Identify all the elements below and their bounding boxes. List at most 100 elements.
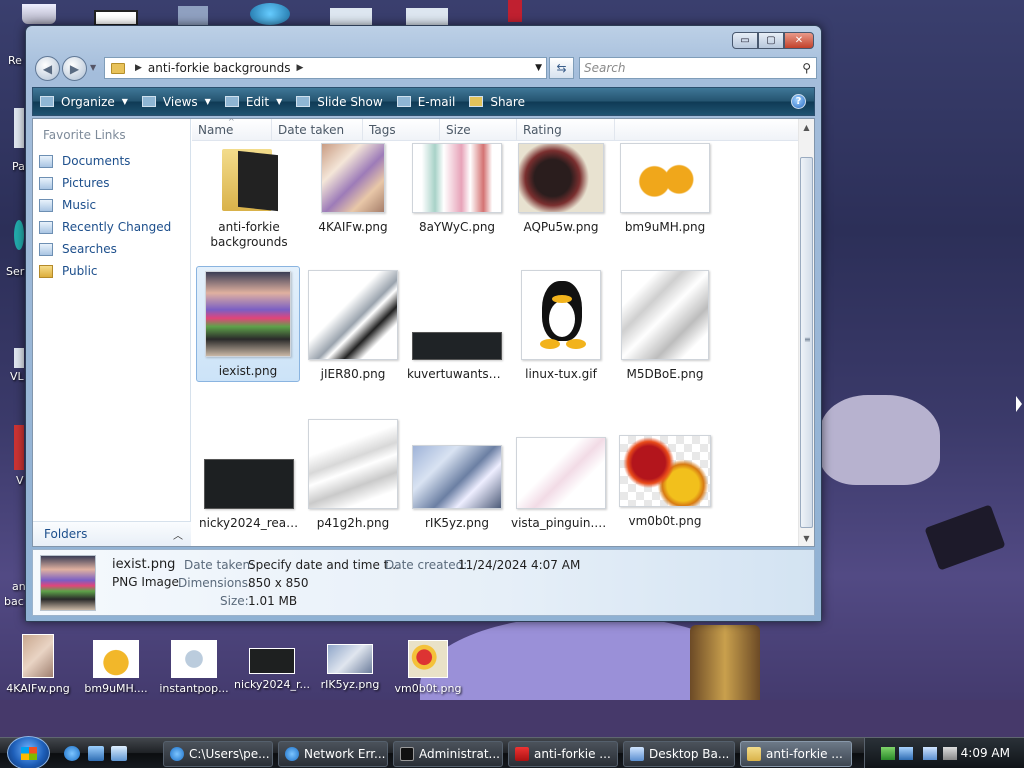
file-item[interactable]: kuvertuwantsgue... — [405, 270, 509, 382]
taskbar-button[interactable]: anti-forkie ... — [508, 741, 618, 767]
desktop-label-partial[interactable]: bac — [4, 595, 24, 608]
column-header-tags[interactable]: Tags — [363, 119, 440, 140]
desktop-icon-partial[interactable] — [14, 108, 24, 148]
file-name: vista_pinguin.png — [511, 516, 613, 530]
scroll-up-icon[interactable]: ▲ — [799, 119, 814, 135]
file-item[interactable]: linux-tux.gif — [509, 270, 613, 382]
desktop-icon-partial[interactable] — [508, 0, 522, 22]
desktop-label-partial[interactable]: Pa — [12, 160, 25, 173]
breadcrumb-separator-icon[interactable]: ▶ — [135, 63, 142, 73]
slideshow-label: Slide Show — [317, 94, 383, 109]
file-item[interactable]: nicky2024_real_... — [197, 419, 301, 531]
slideshow-button[interactable]: Slide Show — [289, 88, 389, 115]
desktop-icon-partial[interactable] — [22, 4, 56, 24]
desktop-label-partial[interactable]: VL — [10, 370, 24, 383]
desktop-icon[interactable]: nicky2024_r... — [230, 648, 314, 691]
taskbar-button[interactable]: Administrat... — [393, 741, 503, 767]
search-input[interactable]: Search ⚲ — [579, 57, 817, 79]
display-icon[interactable] — [923, 747, 937, 760]
file-item[interactable]: vista_pinguin.png — [509, 419, 613, 531]
search-icon[interactable]: ⚲ — [802, 61, 811, 75]
internet-explorer-icon[interactable] — [64, 746, 80, 761]
desktop-icon-partial[interactable] — [250, 3, 290, 25]
file-item[interactable]: M5DBoE.png — [613, 270, 717, 382]
taskbar-button[interactable]: C:\Users\pe... — [163, 741, 273, 767]
date-taken-value[interactable]: Specify date and time t... — [248, 558, 400, 572]
breadcrumb-separator-icon[interactable]: ▶ — [296, 63, 303, 73]
desktop-label-partial[interactable]: V — [16, 474, 24, 487]
vertical-scrollbar[interactable]: ▲ ≡ ▼ — [798, 119, 814, 546]
help-icon[interactable]: ? — [791, 94, 806, 109]
file-item[interactable]: bm9uMH.png — [613, 143, 717, 235]
file-item[interactable]: 4KAIFw.png — [301, 143, 405, 235]
desktop-icon[interactable]: instantpop... — [152, 640, 236, 695]
nav-link-searches[interactable]: Searches — [39, 242, 117, 256]
scrollbar-thumb[interactable]: ≡ — [800, 157, 813, 528]
refresh-button[interactable]: ⇆ — [549, 57, 574, 79]
minimize-button[interactable]: ▭ — [732, 32, 758, 49]
sort-arrow-icon: ^ — [228, 117, 235, 126]
file-item[interactable]: 8aYWyC.png — [405, 143, 509, 235]
desktop-icon[interactable]: bm9uMH.... — [74, 640, 158, 695]
column-header-name[interactable]: ^ Name — [192, 117, 272, 140]
taskbar-button[interactable]: Desktop Ba... — [623, 741, 735, 767]
maximize-button[interactable]: ▢ — [758, 32, 784, 49]
taskbar-button[interactable]: Network Err... — [278, 741, 388, 767]
nav-link-pictures[interactable]: Pictures — [39, 176, 110, 190]
desktop-icon-partial[interactable] — [178, 6, 208, 26]
recent-pages-dropdown-icon[interactable]: ▼ — [90, 63, 96, 72]
column-header-size[interactable]: Size — [440, 119, 517, 140]
desktop-label-partial[interactable]: an — [12, 580, 26, 593]
folders-toggle[interactable]: Folders ︿ — [33, 521, 191, 546]
start-button[interactable] — [7, 736, 50, 768]
desktop-icon-partial[interactable] — [406, 8, 448, 26]
file-item-folder[interactable]: anti-forkie backgrounds — [197, 143, 301, 250]
public-folder-icon — [39, 264, 53, 278]
network-icon[interactable] — [881, 747, 895, 760]
searches-icon — [39, 242, 53, 256]
column-header-date-taken[interactable]: Date taken — [272, 119, 363, 140]
file-item[interactable]: jIER80.png — [301, 270, 405, 382]
desktop-icon[interactable]: vm0b0t.png — [386, 640, 470, 695]
show-desktop-icon[interactable] — [88, 746, 104, 761]
email-button[interactable]: E-mail — [390, 88, 463, 115]
file-item[interactable]: rIK5yz.png — [405, 419, 509, 531]
desktop-icon[interactable]: 4KAIFw.png — [0, 634, 80, 695]
desktop-label-partial[interactable]: Ser — [6, 265, 24, 278]
desktop-icon-partial[interactable] — [94, 10, 138, 26]
file-item[interactable]: p41g2h.png — [301, 419, 405, 531]
taskbar-button-active[interactable]: anti-forkie ... — [740, 741, 852, 767]
share-button[interactable]: Share — [462, 88, 532, 115]
nav-link-documents[interactable]: Documents — [39, 154, 130, 168]
switch-windows-icon[interactable] — [111, 746, 127, 761]
volume-muted-icon[interactable] — [943, 747, 957, 760]
image-thumbnail-icon — [93, 640, 139, 678]
nav-link-public[interactable]: Public — [39, 264, 98, 278]
nav-link-recently-changed[interactable]: Recently Changed — [39, 220, 171, 234]
desktop-icon-partial[interactable] — [14, 220, 24, 250]
back-button[interactable]: ◀ — [35, 56, 60, 81]
organize-button[interactable]: Organize ▼ — [33, 88, 135, 115]
breadcrumb-item[interactable]: anti-forkie backgrounds — [148, 61, 291, 75]
content-area: Favorite Links Documents Pictures Music … — [32, 117, 815, 547]
desktop-icon[interactable]: rIK5yz.png — [308, 644, 392, 691]
address-dropdown-icon[interactable]: ▼ — [535, 63, 542, 73]
close-button[interactable]: ✕ — [784, 32, 814, 49]
file-item[interactable]: AQPu5w.png — [509, 143, 613, 235]
scroll-down-icon[interactable]: ▼ — [799, 530, 814, 546]
address-bar[interactable]: ▶ anti-forkie backgrounds ▶ ▼ — [104, 57, 547, 79]
nav-link-music[interactable]: Music — [39, 198, 96, 212]
file-item[interactable]: vm0b0t.png — [613, 419, 717, 529]
network-status-icon[interactable] — [899, 747, 913, 760]
column-header-rating[interactable]: Rating — [517, 119, 615, 140]
desktop-icon-partial[interactable] — [14, 425, 24, 470]
desktop-label-partial[interactable]: Re — [8, 54, 22, 67]
views-button[interactable]: Views ▼ — [135, 88, 218, 115]
forward-button[interactable]: ▶ — [62, 56, 87, 81]
chevron-down-icon: ▼ — [204, 97, 211, 106]
file-name: kuvertuwantsgue... — [407, 367, 509, 381]
desktop-icon-partial[interactable] — [14, 348, 24, 368]
file-item-selected[interactable]: iexist.png — [196, 266, 300, 382]
clock[interactable]: 4:09 AM — [961, 746, 1010, 760]
desktop-icon-partial[interactable] — [330, 8, 372, 26]
